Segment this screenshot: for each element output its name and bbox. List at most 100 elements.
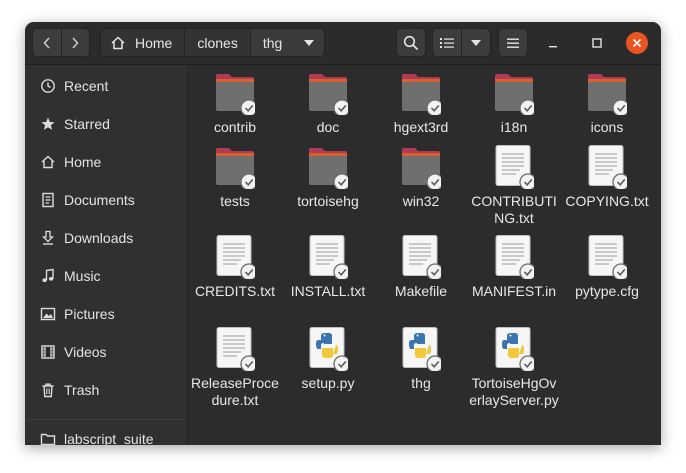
- sidebar-item-trash[interactable]: Trash: [25, 371, 187, 409]
- file-name: win32: [402, 193, 440, 209]
- file-name: tests: [220, 193, 250, 209]
- document-icon: [39, 191, 57, 209]
- close-icon: [632, 38, 642, 48]
- sidebar-item-recent[interactable]: Recent: [25, 67, 187, 105]
- file-item[interactable]: CONTRIBUTING.txt: [468, 145, 560, 235]
- file-name: INSTALL.txt: [290, 283, 366, 299]
- picture-icon: [39, 305, 57, 323]
- sidebar-item-home[interactable]: Home: [25, 143, 187, 181]
- file-item[interactable]: MANIFEST.in: [468, 235, 560, 325]
- folder-icon: [215, 145, 258, 191]
- minimize-button[interactable]: [543, 33, 563, 53]
- menu-button[interactable]: [498, 28, 528, 57]
- file-name: thg: [411, 375, 431, 391]
- music-icon: [39, 267, 57, 285]
- file-item[interactable]: pytype.cfg: [561, 235, 653, 325]
- text-file-icon: [308, 235, 351, 281]
- file-name: Makefile: [394, 283, 448, 299]
- sidebar-item-label: Downloads: [64, 230, 134, 246]
- file-name: tortoisehg: [297, 193, 359, 209]
- file-item[interactable]: CREDITS.txt: [189, 235, 281, 325]
- view-mode-group: [432, 28, 491, 57]
- video-icon: [39, 343, 57, 361]
- file-item[interactable]: tests: [189, 145, 281, 235]
- file-item[interactable]: thg: [375, 327, 467, 417]
- path-segment-home[interactable]: Home: [101, 29, 185, 56]
- view-options-button[interactable]: [461, 29, 490, 56]
- file-item[interactable]: ReleaseProcedure.txt: [189, 327, 281, 417]
- file-item[interactable]: COPYING.txt: [561, 145, 653, 235]
- sidebar-item-videos[interactable]: Videos: [25, 333, 187, 371]
- search-button[interactable]: [396, 28, 426, 57]
- sidebar-item-label: Documents: [64, 192, 135, 208]
- text-file-icon: [587, 145, 630, 191]
- sidebar-item-label: Trash: [64, 382, 100, 398]
- text-file-icon: [587, 235, 630, 281]
- folder-icon: [401, 145, 444, 191]
- chevron-left-icon: [43, 36, 50, 49]
- home-icon: [39, 153, 57, 171]
- sidebar-item-label: Videos: [64, 344, 107, 360]
- file-item[interactable]: INSTALL.txt: [282, 235, 374, 325]
- sidebar-item-label: labscript_suite: [64, 431, 154, 445]
- maximize-icon: [592, 38, 602, 48]
- path-segment-label: Home: [135, 34, 173, 51]
- sidebar-item-pictures[interactable]: Pictures: [25, 295, 187, 333]
- file-item[interactable]: Makefile: [375, 235, 467, 325]
- star-icon: [39, 115, 57, 133]
- python-file-icon: [401, 327, 444, 373]
- file-name: TortoiseHgOverlayServer.py: [469, 375, 559, 408]
- path-segment-label: thg: [262, 34, 283, 51]
- file-item[interactable]: tortoisehg: [282, 145, 374, 235]
- path-segment-current[interactable]: thg: [249, 29, 325, 56]
- file-item[interactable]: win32: [375, 145, 467, 235]
- list-view-button[interactable]: [433, 29, 461, 56]
- text-file-icon: [401, 235, 444, 281]
- sidebar-item-downloads[interactable]: Downloads: [25, 219, 187, 257]
- folder-icon: [308, 71, 351, 117]
- file-name: CREDITS.txt: [194, 283, 276, 299]
- sidebar-item-label: Music: [64, 268, 101, 284]
- maximize-button[interactable]: [587, 33, 607, 53]
- path-segment-label: clones: [197, 34, 238, 51]
- sidebar-item-label: Recent: [64, 78, 109, 94]
- text-file-icon: [215, 235, 258, 281]
- file-name: icons: [590, 119, 624, 135]
- python-file-icon: [494, 327, 537, 373]
- caret-down-icon: [304, 39, 315, 46]
- sidebar-item-labscript-suite[interactable]: labscript_suite: [25, 420, 187, 445]
- file-name: contrib: [213, 119, 257, 135]
- file-item[interactable]: TortoiseHgOverlayServer.py: [468, 327, 560, 417]
- places-sidebar: Recent Starred Home Documents Downloads …: [25, 65, 188, 445]
- file-name: setup.py: [301, 375, 355, 391]
- file-name: ReleaseProcedure.txt: [191, 375, 279, 408]
- folder-icon: [308, 145, 351, 191]
- chevron-right-icon: [72, 36, 79, 49]
- sidebar-item-label: Starred: [64, 116, 110, 132]
- file-grid: contrib doc hgext3rd i18n icons tests tortoise…: [188, 65, 661, 445]
- back-button[interactable]: [33, 29, 61, 56]
- sidebar-item-label: Pictures: [64, 306, 115, 322]
- close-button[interactable]: [626, 32, 648, 54]
- file-name: hgext3rd: [393, 119, 449, 135]
- sidebar-item-label: Home: [64, 154, 102, 170]
- folder-icon: [401, 71, 444, 117]
- text-file-icon: [494, 145, 537, 191]
- forward-button[interactable]: [60, 29, 89, 56]
- hamburger-icon: [507, 38, 519, 48]
- folder-icon: [587, 71, 630, 117]
- file-name: COPYING.txt: [565, 193, 649, 209]
- folder-icon: [215, 71, 258, 117]
- download-icon: [39, 229, 57, 247]
- file-name: i18n: [500, 119, 528, 135]
- sidebar-item-documents[interactable]: Documents: [25, 181, 187, 219]
- search-icon: [403, 35, 419, 50]
- sidebar-item-starred[interactable]: Starred: [25, 105, 187, 143]
- file-item[interactable]: setup.py: [282, 327, 374, 417]
- file-name: MANIFEST.in: [471, 283, 556, 299]
- python-file-icon: [308, 327, 351, 373]
- path-segment-clones[interactable]: clones: [184, 29, 250, 56]
- file-name: pytype.cfg: [575, 283, 639, 299]
- text-file-icon: [494, 235, 537, 281]
- sidebar-item-music[interactable]: Music: [25, 257, 187, 295]
